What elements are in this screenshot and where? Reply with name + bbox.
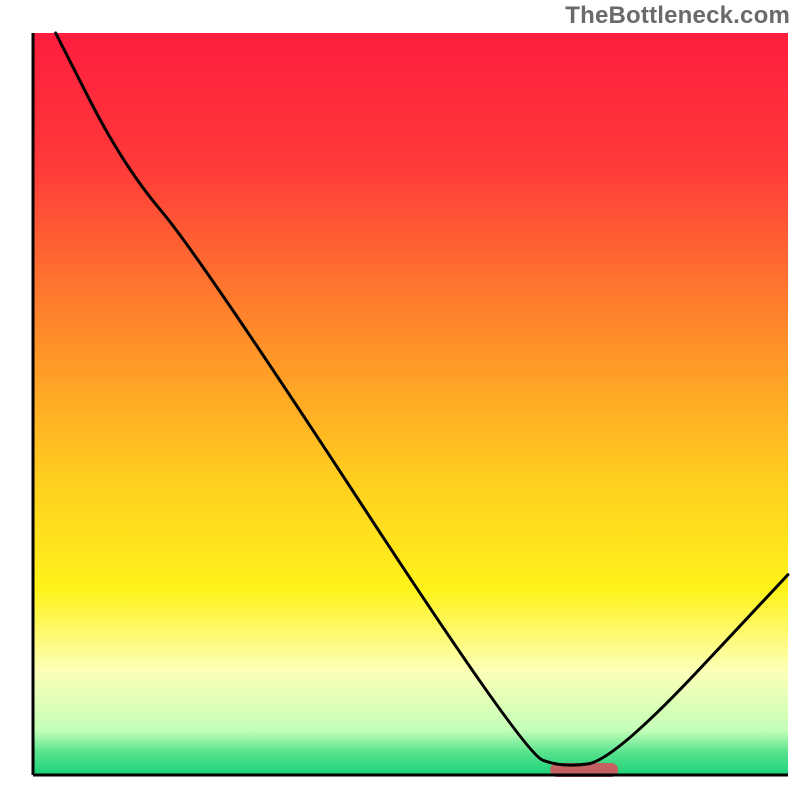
chart-canvas: TheBottleneck.com (0, 0, 800, 800)
plot-background (33, 33, 788, 775)
bottleneck-chart (0, 0, 800, 800)
